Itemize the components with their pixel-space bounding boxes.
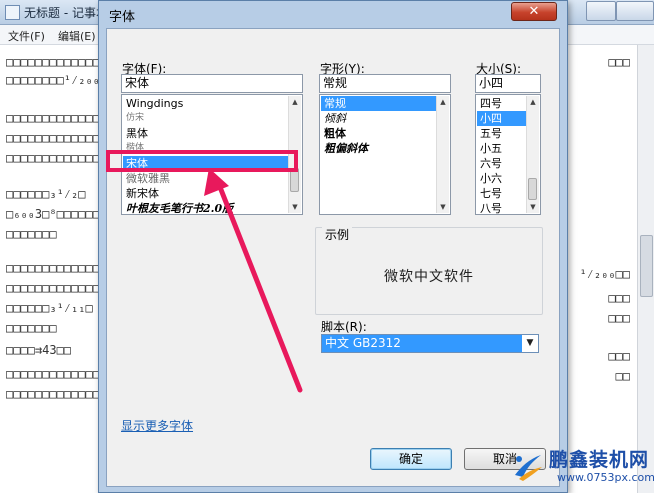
style-list-item-selected[interactable]: 常规 bbox=[321, 96, 436, 111]
text-line-right: □□ bbox=[615, 369, 630, 383]
font-style-input[interactable]: 常规 bbox=[319, 74, 451, 93]
maximize-button[interactable] bbox=[616, 1, 654, 21]
text-line: □□□□□□□□□□□□□ bbox=[6, 387, 100, 401]
size-list-item[interactable]: 小六 bbox=[477, 171, 526, 186]
text-line: □□□□□□□ bbox=[6, 227, 57, 241]
text-line: □□□□□□□ bbox=[6, 321, 57, 335]
style-list-scrollbar[interactable]: ▲ ▼ bbox=[436, 96, 449, 213]
size-list-item[interactable]: 八号 bbox=[477, 201, 526, 214]
watermark: 鹏鑫装机网 www.0753px.com bbox=[505, 443, 654, 493]
font-list-item[interactable]: 叶根友毛笔行书2.0版 bbox=[123, 201, 288, 214]
menu-file[interactable]: 文件(F) bbox=[8, 28, 45, 44]
sample-group: 示例 微软中文软件 bbox=[315, 226, 543, 315]
text-line: □□□□□□₃¹⁄₁₁□ bbox=[6, 301, 93, 315]
text-line: □□□□□□₃¹⁄₂□ bbox=[6, 187, 86, 201]
highlight-box bbox=[106, 150, 298, 172]
font-style-list[interactable]: 常规 倾斜 粗体 粗偏斜体 ▲ ▼ bbox=[319, 94, 451, 215]
scroll-down-icon[interactable]: ▼ bbox=[527, 201, 539, 213]
text-line-right: □□□ bbox=[608, 311, 630, 325]
size-list-item-selected[interactable]: 小四 bbox=[477, 111, 526, 126]
notepad-scroll-thumb[interactable] bbox=[640, 235, 653, 297]
close-icon: ✕ bbox=[528, 4, 540, 19]
menu-edit[interactable]: 编辑(E) bbox=[58, 28, 96, 44]
watermark-logo-icon bbox=[515, 455, 542, 481]
minimize-button[interactable] bbox=[586, 1, 616, 21]
text-line: □□□□□□□□□□□□□ bbox=[6, 131, 100, 145]
dialog-client-area: 字体(F): 宋体 Wingdings 仿宋 黑体 楷体 宋体 微软雅黑 新宋体… bbox=[106, 28, 560, 487]
notepad-icon bbox=[5, 5, 20, 20]
notepad-title: 无标题 - 记事本 bbox=[24, 6, 108, 20]
scroll-down-icon[interactable]: ▼ bbox=[289, 201, 301, 213]
font-size-list[interactable]: 四号 小四 五号 小五 六号 小六 七号 八号 ▲ ▼ bbox=[475, 94, 541, 215]
font-list-item[interactable]: Wingdings bbox=[123, 96, 288, 111]
text-line-right: □□□ bbox=[608, 349, 630, 363]
font-size-input[interactable]: 小四 bbox=[475, 74, 541, 93]
script-label: 脚本(R): bbox=[321, 320, 367, 334]
dropdown-arrow-icon[interactable]: ▼ bbox=[522, 335, 538, 352]
font-name-input[interactable]: 宋体 bbox=[121, 74, 303, 93]
notepad-scrollbar[interactable] bbox=[637, 45, 654, 493]
close-button[interactable]: ✕ bbox=[511, 2, 557, 21]
scroll-up-icon[interactable]: ▲ bbox=[527, 96, 539, 108]
text-line: □□□□□□□□□□□□□ bbox=[6, 367, 100, 381]
size-list-item[interactable]: 五号 bbox=[477, 126, 526, 141]
script-select[interactable]: 中文 GB2312 ▼ bbox=[321, 334, 539, 353]
text-line: □□□□□□□□□□□□□ bbox=[6, 261, 100, 275]
size-list-item[interactable]: 七号 bbox=[477, 186, 526, 201]
show-more-fonts-link[interactable]: 显示更多字体 bbox=[121, 417, 193, 434]
text-line-right: □□□ bbox=[608, 291, 630, 305]
script-select-value: 中文 GB2312 bbox=[325, 336, 401, 350]
text-line: □□□□□□□□□□□□□ bbox=[6, 281, 100, 295]
style-list-item[interactable]: 粗偏斜体 bbox=[321, 141, 436, 156]
text-line-right: □□□ bbox=[608, 55, 630, 69]
font-list-item[interactable]: 新宋体 bbox=[123, 186, 288, 201]
ok-button[interactable]: 确定 bbox=[370, 448, 452, 470]
text-line: □□□□□□□□□□□□□ bbox=[6, 151, 100, 165]
size-list-scrollbar[interactable]: ▲ ▼ bbox=[526, 96, 539, 213]
size-list-item[interactable]: 六号 bbox=[477, 156, 526, 171]
font-list-item[interactable]: 黑体 bbox=[123, 126, 288, 141]
sample-preview-text: 微软中文软件 bbox=[384, 269, 474, 285]
sample-label: 示例 bbox=[322, 226, 353, 243]
scroll-up-icon[interactable]: ▲ bbox=[437, 96, 449, 108]
size-list-item[interactable]: 四号 bbox=[477, 96, 526, 111]
size-list-item[interactable]: 小五 bbox=[477, 141, 526, 156]
size-list-scroll-thumb[interactable] bbox=[528, 178, 537, 200]
style-list-item[interactable]: 倾斜 bbox=[321, 111, 436, 126]
watermark-url: www.0753px.com bbox=[557, 471, 654, 484]
font-dialog: 字体 ✕ 字体(F): 宋体 Wingdings 仿宋 黑体 楷体 宋体 微软雅… bbox=[98, 0, 568, 493]
dialog-title: 字体 bbox=[109, 10, 136, 25]
watermark-brand: 鹏鑫装机网 bbox=[549, 449, 650, 471]
text-line: □₆₀₀3□⁸□□□□□□□ bbox=[6, 207, 108, 221]
scroll-down-icon[interactable]: ▼ bbox=[437, 201, 449, 213]
text-line: □□□□□□□□□□□□□ bbox=[6, 111, 100, 125]
font-list-item[interactable]: 仿宋 bbox=[123, 111, 288, 126]
text-line: □□□□⇉43□□ bbox=[6, 343, 72, 357]
style-list-item[interactable]: 粗体 bbox=[321, 126, 436, 141]
text-line: □□□□□□□□□□□□□ bbox=[6, 55, 100, 69]
font-list-item[interactable]: 微软雅黑 bbox=[123, 171, 288, 186]
scroll-up-icon[interactable]: ▲ bbox=[289, 96, 301, 108]
text-line-right: ¹⁄₂₀₀□□ bbox=[579, 267, 630, 281]
